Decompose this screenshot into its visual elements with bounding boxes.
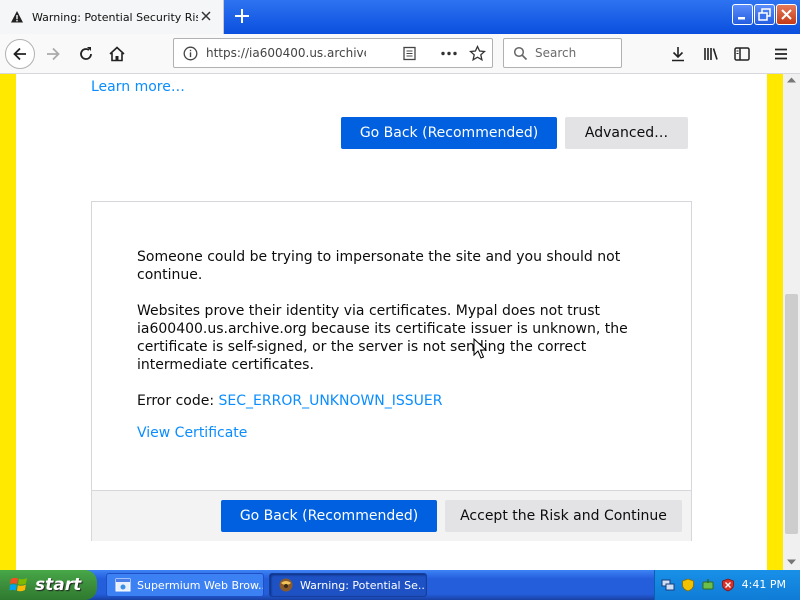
arrow-left-icon: [13, 47, 26, 61]
tab-title: Warning: Potential Security Risk Ahead: [32, 10, 198, 24]
menu-button[interactable]: [769, 42, 793, 66]
taskbar-item-label: Supermium Web Brow...: [137, 578, 264, 592]
accept-risk-button[interactable]: Accept the Risk and Continue: [445, 500, 682, 532]
ellipsis-icon[interactable]: [440, 46, 458, 61]
minimize-icon: [738, 17, 745, 20]
reload-icon: [80, 47, 92, 60]
system-clock[interactable]: 4:41 PM: [742, 578, 786, 591]
library-icon: [704, 48, 718, 60]
url-text[interactable]: https://ia600400.us.archive.org: [206, 46, 366, 60]
restore-button[interactable]: [754, 4, 775, 25]
go-back-button[interactable]: Go Back (Recommended): [341, 117, 557, 149]
info-icon[interactable]: [183, 46, 198, 61]
browser-titlebar: Warning: Potential Security Risk Ahead: [0, 0, 800, 34]
view-certificate-link[interactable]: View Certificate: [137, 424, 247, 442]
navigation-toolbar: https://ia600400.us.archive.org Search: [0, 34, 800, 74]
warning-stripe-left: [0, 74, 16, 570]
network-icon[interactable]: [661, 578, 675, 592]
scrollbar-thumb[interactable]: [785, 294, 798, 534]
windows-taskbar: start Supermium Web Brow... Warning: Pot…: [0, 570, 800, 600]
certificate-explanation-text: Websites prove their identity via certif…: [137, 303, 628, 373]
scroll-down-icon[interactable]: [786, 558, 797, 566]
browser-window-icon: [115, 578, 131, 592]
mypal-browser-icon: [279, 578, 293, 592]
safely-remove-hardware-icon[interactable]: [701, 578, 715, 592]
taskbar-item-label: Warning: Potential Se...: [300, 578, 427, 592]
go-back-button-bottom[interactable]: Go Back (Recommended): [221, 500, 437, 532]
home-button[interactable]: [105, 42, 129, 66]
warning-icon: [11, 11, 23, 23]
advanced-button[interactable]: Advanced…: [565, 117, 688, 149]
reader-view-icon[interactable]: [402, 46, 417, 61]
learn-more-link[interactable]: Learn more…: [91, 79, 185, 95]
reload-button[interactable]: [74, 42, 98, 66]
star-icon[interactable]: [469, 45, 486, 62]
sidebar-icon: [734, 47, 750, 61]
minimize-button[interactable]: [732, 4, 753, 25]
taskbar-item-warning-page[interactable]: Warning: Potential Se...: [269, 573, 427, 597]
impersonation-warning-text: Someone could be trying to impersonate t…: [137, 249, 621, 283]
error-code-link[interactable]: SEC_ERROR_UNKNOWN_ISSUER: [219, 393, 443, 409]
mouse-pointer-icon: [473, 338, 487, 359]
taskbar-item-supermium[interactable]: Supermium Web Brow...: [106, 573, 264, 597]
search-bar[interactable]: Search: [503, 38, 622, 68]
start-button[interactable]: start: [0, 570, 97, 600]
page-content: Learn more… Go Back (Recommended) Advanc…: [0, 74, 800, 570]
search-icon: [513, 46, 528, 61]
home-icon: [109, 46, 125, 62]
advanced-panel-body: Someone could be trying to impersonate t…: [137, 248, 657, 442]
windows-logo-icon: [9, 577, 27, 592]
advanced-panel-footer: Go Back (Recommended) Accept the Risk an…: [92, 490, 691, 541]
restore-icon: [758, 8, 771, 21]
downloads-button[interactable]: [666, 42, 690, 66]
close-window-button[interactable]: [776, 4, 797, 25]
plus-icon[interactable]: [232, 6, 252, 26]
back-button[interactable]: [5, 39, 35, 69]
sidebar-button[interactable]: [730, 42, 754, 66]
download-icon: [672, 47, 684, 62]
forward-button[interactable]: [41, 42, 65, 66]
tab-active[interactable]: Warning: Potential Security Risk Ahead: [0, 0, 224, 34]
alert-shield-icon[interactable]: [721, 578, 735, 592]
error-code-line: Error code: SEC_ERROR_UNKNOWN_ISSUER: [137, 392, 657, 410]
hamburger-menu-icon: [775, 48, 787, 60]
arrow-right-icon: [47, 47, 60, 61]
url-bar[interactable]: https://ia600400.us.archive.org: [173, 38, 493, 68]
library-button[interactable]: [699, 42, 723, 66]
scroll-up-icon[interactable]: [786, 76, 797, 84]
vertical-scrollbar[interactable]: [783, 74, 800, 570]
warning-stripe-right: [767, 74, 783, 570]
start-label: start: [35, 575, 82, 595]
system-tray: 4:41 PM: [654, 570, 800, 600]
error-code-label: Error code:: [137, 393, 219, 409]
search-placeholder: Search: [535, 46, 577, 60]
advanced-panel: Someone could be trying to impersonate t…: [91, 201, 692, 541]
security-shield-icon[interactable]: [681, 578, 695, 592]
close-icon[interactable]: [199, 9, 213, 23]
close-icon: [781, 9, 792, 20]
